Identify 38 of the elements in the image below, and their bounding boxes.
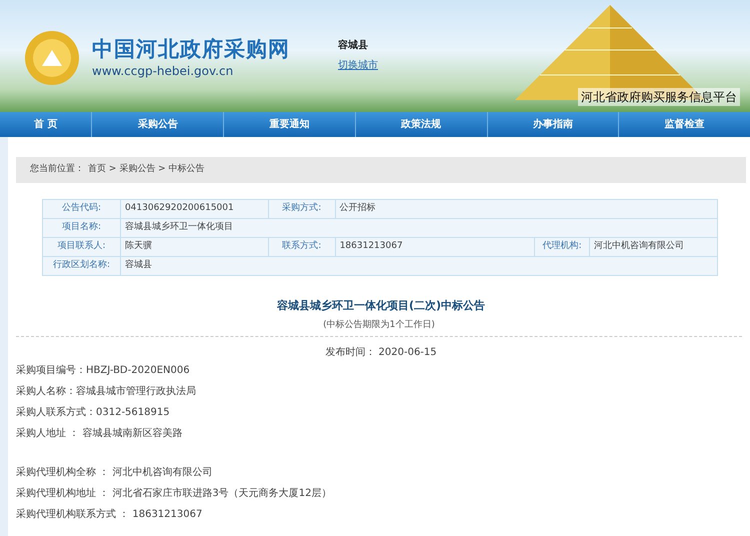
field-value: 容城县 <box>120 256 718 276</box>
field-value: 陈天骥 <box>120 238 268 256</box>
breadcrumb-label: 您当前位置： <box>30 163 84 176</box>
platform-name: 河北省政府购买服务信息平台 <box>578 88 740 106</box>
logo-icon <box>24 30 80 86</box>
notice-title: 容城县城乡环卫一体化项目(二次)中标公告 <box>276 298 486 314</box>
field-value: 0413062920200615001 <box>120 200 268 218</box>
field-label: 联系方式: <box>268 238 336 256</box>
field-value: 容城县城乡环卫一体化项目 <box>120 218 718 238</box>
field-label: 采购方式: <box>268 200 336 218</box>
field-value: 河北中机咨询有限公司 <box>590 238 718 256</box>
notice-subtitle: (中标公告期限为1个工作日) <box>16 318 742 337</box>
switch-city-link[interactable]: 切换城市 <box>338 58 378 73</box>
field-label: 公告代码: <box>42 200 120 218</box>
site-url: www.ccgp-hebei.gov.cn <box>92 63 234 80</box>
info-line: 采购人地址 ： 容城县城南新区容美路 <box>16 428 182 439</box>
field-label: 项目名称: <box>42 218 120 238</box>
breadcrumb-path[interactable]: 首页 > 采购公告 > 中标公告 <box>88 163 205 177</box>
nav-link[interactable]: 重要通知 <box>223 112 355 137</box>
nav-link[interactable]: 监督检查 <box>618 112 750 137</box>
nav-link[interactable]: 政策法规 <box>354 112 487 137</box>
field-label: 行政区划名称: <box>42 256 120 276</box>
field-label: 项目联系人: <box>42 238 120 256</box>
info-line: 采购人名称：容城县城市管理行政执法局 <box>16 386 196 397</box>
field-value: 公开招标 <box>335 200 718 218</box>
info-line: 采购代理机构地址 ： 河北省石家庄市联进路3号（天元商务大厦12层） <box>16 488 332 499</box>
site-title: 中国河北政府采购网 <box>92 36 290 63</box>
field-label: 代理机构: <box>534 238 590 256</box>
info-line: 采购代理机构联系方式 ： 18631213067 <box>16 509 202 520</box>
nav-link[interactable]: 办事指南 <box>486 112 618 137</box>
nav-link[interactable]: 采购公告 <box>91 112 224 137</box>
field-value: 18631213067 <box>335 238 535 256</box>
nav-link[interactable]: 首 页 <box>0 112 92 137</box>
info-line: 采购项目编号：HBZJ-BD-2020EN006 <box>16 365 190 376</box>
city-name: 容城县 <box>338 38 368 53</box>
info-line: 采购人联系方式：0312-5618915 <box>16 407 170 418</box>
publish-time: 发布时间： 2020-06-15 <box>324 346 438 360</box>
info-line: 采购代理机构全称 ： 河北中机咨询有限公司 <box>16 467 212 478</box>
